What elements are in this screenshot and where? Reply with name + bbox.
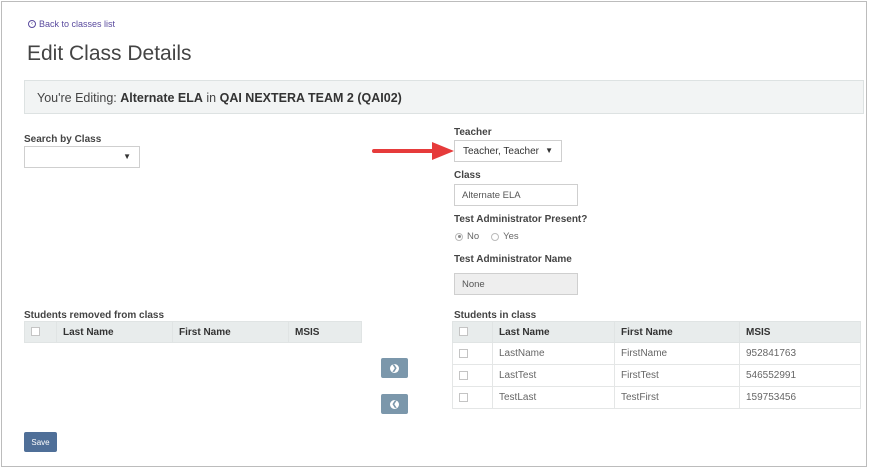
table-row[interactable]: TestLast TestFirst 159753456	[452, 386, 861, 409]
banner-team-name: QAI NEXTERA TEAM 2 (QAI02)	[219, 91, 402, 105]
arrow-left-icon: ❮	[390, 399, 399, 409]
cell-last-name: LastName	[492, 342, 615, 365]
column-header-msis[interactable]: MSIS	[739, 321, 861, 343]
back-to-classes-link[interactable]: ‹ Back to classes list	[28, 19, 115, 29]
row-checkbox[interactable]	[459, 370, 468, 380]
row-select-cell	[452, 342, 493, 365]
row-select-cell	[452, 386, 493, 409]
column-header-first-name[interactable]: First Name	[172, 321, 289, 343]
table-header-row: Last Name First Name MSIS	[452, 321, 861, 343]
class-table-title: Students in class	[454, 310, 537, 321]
banner-prefix: You're Editing:	[37, 91, 117, 105]
radio-no-label: No	[467, 231, 480, 242]
select-all-cell	[452, 321, 493, 343]
search-by-class-label: Search by Class	[24, 134, 102, 145]
test-admin-name-input[interactable]: None	[454, 273, 578, 295]
row-checkbox[interactable]	[459, 348, 468, 358]
table-row[interactable]: LastName FirstName 952841763	[452, 342, 861, 365]
radio-yes-label: Yes	[503, 231, 519, 242]
students-in-class-table: Last Name First Name MSIS LastName First…	[452, 321, 861, 409]
column-header-last-name[interactable]: Last Name	[492, 321, 615, 343]
test-admin-present-label: Test Administrator Present?	[454, 214, 588, 225]
column-header-msis[interactable]: MSIS	[288, 321, 362, 343]
radio-yes[interactable]	[491, 232, 500, 241]
cell-msis: 159753456	[739, 386, 861, 409]
cell-first-name: TestFirst	[614, 386, 740, 409]
banner-connector: in	[206, 91, 217, 105]
row-checkbox[interactable]	[459, 392, 468, 402]
column-header-first-name[interactable]: First Name	[614, 321, 740, 343]
select-all-checkbox[interactable]	[459, 327, 468, 337]
cell-first-name: FirstTest	[614, 364, 740, 387]
radio-no[interactable]	[455, 232, 463, 241]
teacher-select[interactable]: Teacher, Teacher ▼	[454, 140, 562, 162]
teacher-value: Teacher, Teacher	[463, 146, 539, 157]
select-all-checkbox[interactable]	[31, 327, 40, 337]
test-admin-name-label: Test Administrator Name	[454, 254, 572, 265]
move-left-button[interactable]: ❮	[381, 394, 408, 414]
arrow-right-icon: ❯	[390, 363, 399, 373]
move-right-button[interactable]: ❯	[381, 358, 408, 378]
cell-msis: 546552991	[739, 364, 861, 387]
test-admin-present-radio-group: No Yes	[455, 231, 519, 242]
cell-msis: 952841763	[739, 342, 861, 365]
table-header-row: Last Name First Name MSIS	[24, 321, 362, 343]
teacher-label: Teacher	[454, 127, 492, 138]
class-name-input[interactable]: Alternate ELA	[454, 184, 578, 206]
table-row[interactable]: LastTest FirstTest 546552991	[452, 364, 861, 387]
removed-students-table: Last Name First Name MSIS	[24, 321, 362, 343]
removed-table-title: Students removed from class	[24, 310, 165, 321]
cell-last-name: TestLast	[492, 386, 615, 409]
select-all-cell	[24, 321, 57, 343]
row-select-cell	[452, 364, 493, 387]
class-label: Class	[454, 170, 481, 181]
arrow-left-circle-icon: ‹	[28, 20, 36, 28]
column-header-last-name[interactable]: Last Name	[56, 321, 173, 343]
red-arrow-annotation	[372, 142, 454, 160]
cell-last-name: LastTest	[492, 364, 615, 387]
chevron-down-icon: ▼	[545, 146, 553, 155]
back-link-label: Back to classes list	[39, 19, 116, 29]
chevron-down-icon: ▼	[123, 152, 131, 161]
banner-class-name: Alternate ELA	[120, 91, 203, 105]
save-button[interactable]: Save	[24, 432, 57, 452]
page-title: Edit Class Details	[27, 42, 192, 65]
search-by-class-select[interactable]: ▼	[24, 146, 140, 168]
cell-first-name: FirstName	[614, 342, 740, 365]
editing-banner: You're Editing: Alternate ELA in QAI NEX…	[24, 80, 864, 114]
